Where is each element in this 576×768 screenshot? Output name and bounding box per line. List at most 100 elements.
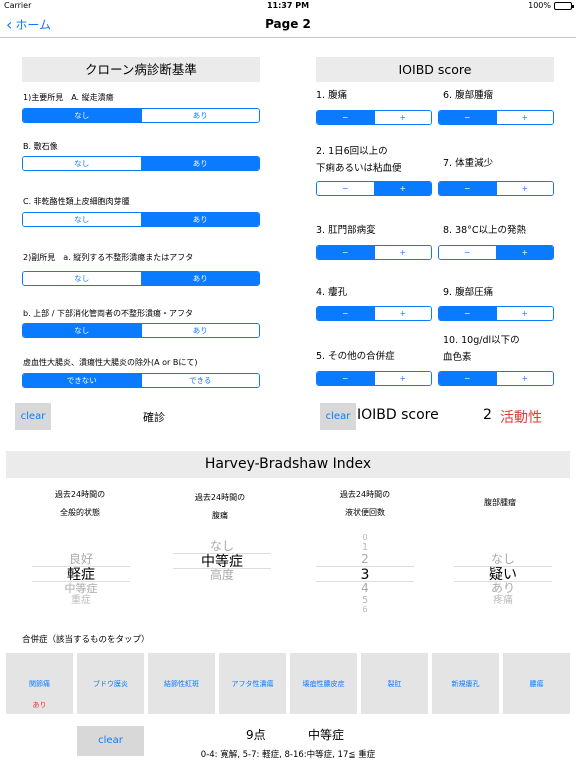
ioibd-stepper-tenderness[interactable]: − + (438, 306, 554, 321)
crohn-segment-upper-lower-gi[interactable]: なし あり (22, 323, 260, 338)
complication-tile-new-fistula[interactable]: 新規瘻孔 (432, 653, 499, 714)
picker-option-selected[interactable]: 軽症 (32, 566, 130, 583)
picker-abdominal-mass[interactable]: なし 疑い あり 疼痛 (454, 553, 552, 607)
complication-tile-pyoderma[interactable]: 壊疽性膿皮症 (290, 653, 357, 714)
plus-button[interactable]: + (373, 182, 431, 195)
crohn-segment-exclusion[interactable]: できない できる (22, 373, 260, 388)
crohn-segment-granuloma[interactable]: なし あり (22, 212, 260, 227)
ioibd-score-value: 2 (483, 407, 492, 423)
crohn-segment-aphtha[interactable]: なし あり (22, 271, 260, 286)
minus-button[interactable]: − (439, 111, 496, 124)
crohn-diagnosis-result: 確診 (143, 411, 165, 424)
picker-option[interactable]: あり (454, 582, 552, 595)
segment-option-present[interactable]: あり (140, 109, 259, 122)
picker-option-selected[interactable]: 3 (316, 566, 414, 583)
plus-button[interactable]: + (495, 307, 553, 320)
segment-option-present[interactable]: あり (140, 157, 259, 170)
ioibd-title: IOIBD score (316, 57, 554, 82)
complication-tile-anal-fissure[interactable]: 裂肛 (361, 653, 428, 714)
picker-option[interactable]: 中等症 (32, 582, 130, 595)
crohn-item-label: 虚血性大腸炎、潰瘍性大腸炎の除外(A or Bにて) (23, 358, 198, 367)
plus-button[interactable]: + (373, 111, 431, 124)
ioibd-stepper-hemoglobin[interactable]: − + (438, 371, 554, 386)
complication-tile-erythema-nodosum[interactable]: 結節性紅斑 (148, 653, 215, 714)
battery-icon (554, 1, 574, 10)
picker-option[interactable]: 0 (316, 534, 414, 542)
ioibd-stepper-abdominal-mass[interactable]: − + (438, 110, 554, 125)
clock: 11:37 PM (266, 1, 310, 10)
minus-button[interactable]: − (439, 307, 496, 320)
crohn-clear-button[interactable]: clear (15, 403, 51, 430)
minus-button[interactable]: − (317, 182, 374, 195)
hbi-column-label: 腹部腫瘤 (484, 498, 516, 507)
segment-option-none[interactable]: なし (23, 213, 141, 226)
picker-option[interactable]: 重症 (32, 595, 130, 606)
segment-option-can[interactable]: できる (140, 374, 259, 387)
ioibd-item-label: 6. 腹部腫瘤 (443, 90, 494, 101)
complication-tile-abscess[interactable]: 膿瘍 (503, 653, 570, 714)
ioibd-stepper-other-complications[interactable]: − + (316, 371, 432, 386)
picker-option[interactable]: 高度 (173, 569, 271, 582)
picker-option[interactable]: なし (454, 553, 552, 566)
plus-button[interactable]: + (495, 182, 553, 195)
hbi-title: Harvey-Bradshaw Index (6, 451, 570, 478)
segment-option-none[interactable]: なし (23, 157, 141, 170)
ioibd-stepper-anal-lesion[interactable]: − + (316, 245, 432, 260)
plus-button[interactable]: + (373, 372, 431, 385)
ioibd-activity-label: 活動性 (500, 410, 542, 426)
minus-button[interactable]: − (317, 246, 374, 259)
ioibd-item-label: 8. 38°C以上の発熱 (443, 225, 527, 236)
ioibd-stepper-abdominal-pain[interactable]: − + (316, 110, 432, 125)
segment-option-none[interactable]: なし (23, 324, 141, 337)
plus-button[interactable]: + (373, 246, 431, 259)
picker-abdominal-pain[interactable]: なし 中等症 高度 (173, 540, 271, 596)
hbi-legend: 0-4: 寛解, 5-7: 軽症, 8-16:中等症, 17≦ 重症 (200, 750, 376, 760)
crohn-item-label: C. 非乾酪性類上皮細胞肉芽腫 (23, 197, 130, 206)
hbi-column-label: 過去24時間の 腹痛 (194, 493, 246, 520)
plus-button[interactable]: + (495, 372, 553, 385)
segment-option-cannot[interactable]: できない (23, 374, 141, 387)
picker-option[interactable]: 良好 (32, 553, 130, 566)
picker-option[interactable]: 2 (316, 553, 414, 566)
picker-stool-count[interactable]: 0 1 2 3 4 5 6 (316, 534, 414, 612)
segment-option-present[interactable]: あり (140, 324, 259, 337)
segment-option-none[interactable]: なし (23, 272, 141, 285)
picker-option[interactable]: 4 (316, 582, 414, 595)
ioibd-item-label: 3. 肛門部病変 (316, 225, 376, 236)
minus-button[interactable]: − (317, 111, 374, 124)
complication-tile-uveitis[interactable]: ブドウ膜炎 (77, 653, 144, 714)
ioibd-stepper-fistula[interactable]: − + (316, 306, 432, 321)
hbi-column-label: 過去24時間の 全般的状態 (54, 490, 106, 517)
ioibd-stepper-weight-loss[interactable]: − + (438, 181, 554, 196)
crohn-segment-cobblestone[interactable]: なし あり (22, 156, 260, 171)
crohn-segment-longitudinal-ulcer[interactable]: なし あり (22, 108, 260, 123)
picker-option-selected[interactable]: 中等症 (173, 553, 271, 570)
picker-option-selected[interactable]: 疑い (454, 566, 552, 583)
segment-option-present[interactable]: あり (140, 213, 259, 226)
minus-button[interactable]: − (317, 372, 374, 385)
segment-option-none[interactable]: なし (23, 109, 141, 122)
crohn-item-label: 1)主要所見 A. 縦走潰瘍 (23, 93, 114, 102)
plus-button[interactable]: + (495, 111, 553, 124)
picker-option[interactable]: 疼痛 (454, 595, 552, 606)
ioibd-stepper-fever[interactable]: − + (438, 245, 554, 260)
battery-percent: 100% (528, 1, 551, 10)
minus-button[interactable]: − (439, 246, 496, 259)
ioibd-item-label: 10. 10g/dl以下の 血色素 (443, 335, 520, 363)
minus-button[interactable]: − (317, 307, 374, 320)
ioibd-stepper-diarrhea[interactable]: − + (316, 181, 432, 196)
complication-tile-aphthous-ulcer[interactable]: アフタ性潰瘍 (219, 653, 286, 714)
plus-button[interactable]: + (373, 307, 431, 320)
plus-button[interactable]: + (495, 246, 553, 259)
minus-button[interactable]: − (439, 372, 496, 385)
ioibd-item-label: 7. 体重減少 (443, 158, 494, 169)
picker-option[interactable]: なし (173, 540, 271, 553)
picker-option[interactable]: 6 (316, 606, 414, 613)
segment-option-present[interactable]: あり (140, 272, 259, 285)
crohn-criteria-title: クローン病診断基準 (22, 57, 260, 82)
minus-button[interactable]: − (439, 182, 496, 195)
ioibd-score-label: IOIBD score (357, 407, 439, 423)
picker-general-condition[interactable]: 良好 軽症 中等症 重症 (32, 553, 130, 607)
complication-tile-arthralgia[interactable]: 関節痛 あり (6, 653, 73, 714)
ioibd-clear-button[interactable]: clear (320, 403, 356, 430)
